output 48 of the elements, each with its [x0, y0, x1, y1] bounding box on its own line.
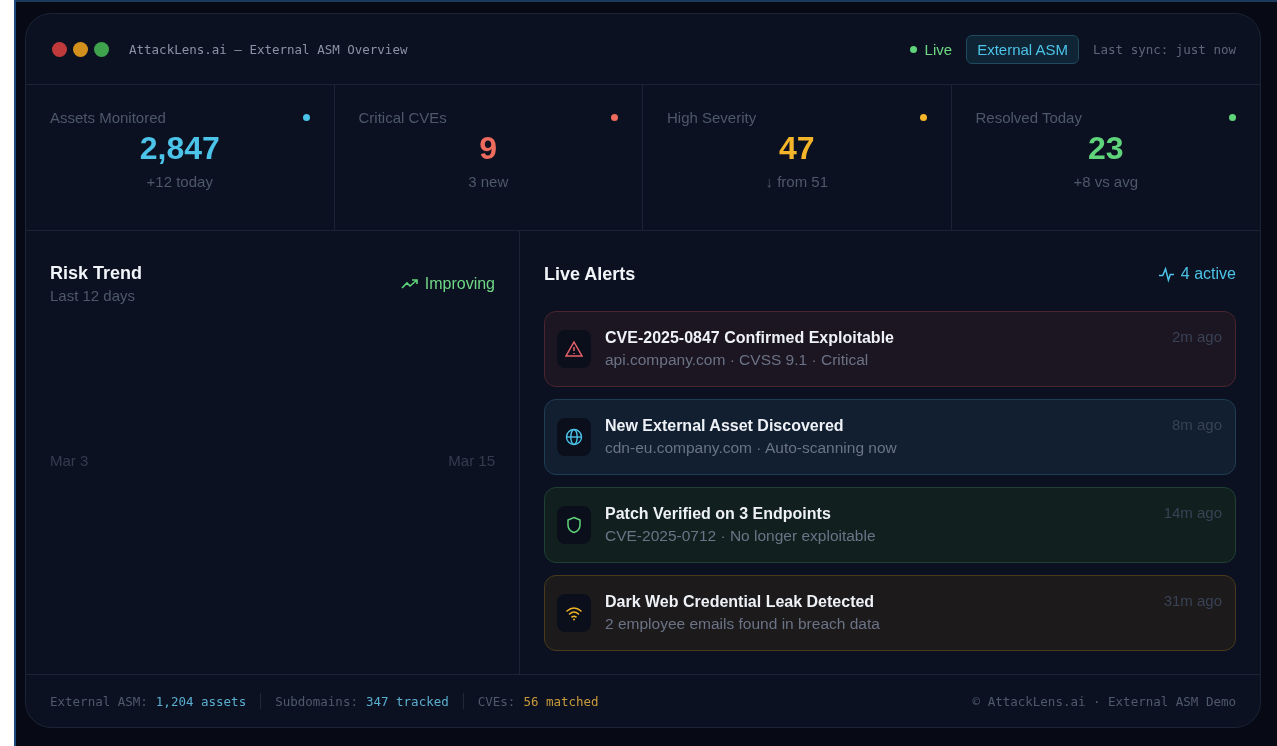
window-control[interactable]	[94, 41, 109, 57]
alert-detail: 2 employee emails found in breach data	[605, 615, 881, 633]
alert-title: Patch Verified on 3 Endpoints	[605, 505, 832, 523]
stat-value: 23	[1087, 130, 1124, 167]
footer-label: CVEs:	[477, 693, 516, 709]
mode-badge: External ASM	[966, 34, 1079, 64]
sync-status: Last sync: just now	[1093, 41, 1236, 57]
trending-up-icon	[400, 278, 419, 290]
footer-value: 56 matched	[523, 693, 599, 709]
footer-value: 347 tracked	[365, 693, 449, 709]
stat-note: +12 today	[146, 173, 213, 190]
alert-title: Dark Web Credential Leak Detected	[605, 593, 876, 611]
alert-title: New External Asset Discovered	[605, 417, 845, 435]
alert-time: 31m ago	[1163, 592, 1222, 609]
footer-label: Subdomains:	[275, 693, 358, 709]
live-status: Live	[924, 40, 953, 58]
alert-detail: api.company.com · CVSS 9.1 · Critical	[605, 351, 870, 369]
stat-value: 47	[778, 130, 815, 167]
stat-label: Critical CVEs	[358, 109, 447, 126]
stat-label: High Severity	[667, 109, 757, 126]
footer-label: External ASM:	[50, 693, 148, 709]
shield-icon	[565, 516, 583, 534]
copyright-text: © AttackLens.ai · External ASM Demo	[972, 693, 1236, 709]
stat-note: +8 vs avg	[1073, 173, 1139, 190]
window-control[interactable]	[73, 41, 88, 57]
live-indicator-icon	[909, 45, 917, 53]
window-control[interactable]	[52, 41, 67, 57]
wifi-icon	[565, 604, 583, 622]
stat-value: 9	[479, 130, 498, 167]
stat-note: ↓ from 51	[765, 173, 828, 190]
panel-title: Live Alerts	[544, 263, 636, 285]
panel-subtitle: Last 12 days	[50, 287, 137, 304]
warning-icon	[565, 340, 583, 358]
panel-title: Risk Trend	[50, 263, 143, 284]
alert-detail: cdn-eu.company.com · Auto-scanning now	[605, 439, 898, 457]
stat-label: Assets Monitored	[50, 109, 166, 126]
window-title: AttackLens.ai — External ASM Overview	[129, 41, 408, 57]
trend-status: Improving	[424, 275, 495, 293]
stat-value: 2,847	[139, 130, 220, 167]
stat-label: Resolved Today	[975, 109, 1082, 126]
alert-card[interactable]: Dark Web Credential Leak Detected 2 employee emails found in breach data 31m ago	[544, 575, 1236, 651]
globe-icon	[565, 428, 583, 446]
footer-value: 1,204 assets	[155, 693, 247, 709]
alert-detail: CVE-2025-0712 · No longer exploitable	[605, 527, 877, 545]
activity-icon	[1157, 265, 1175, 283]
stat-note: 3 new	[468, 173, 509, 190]
active-count: 4 active	[1180, 265, 1236, 283]
alert-title: CVE-2025-0847 Confirmed Exploitable	[605, 329, 895, 347]
